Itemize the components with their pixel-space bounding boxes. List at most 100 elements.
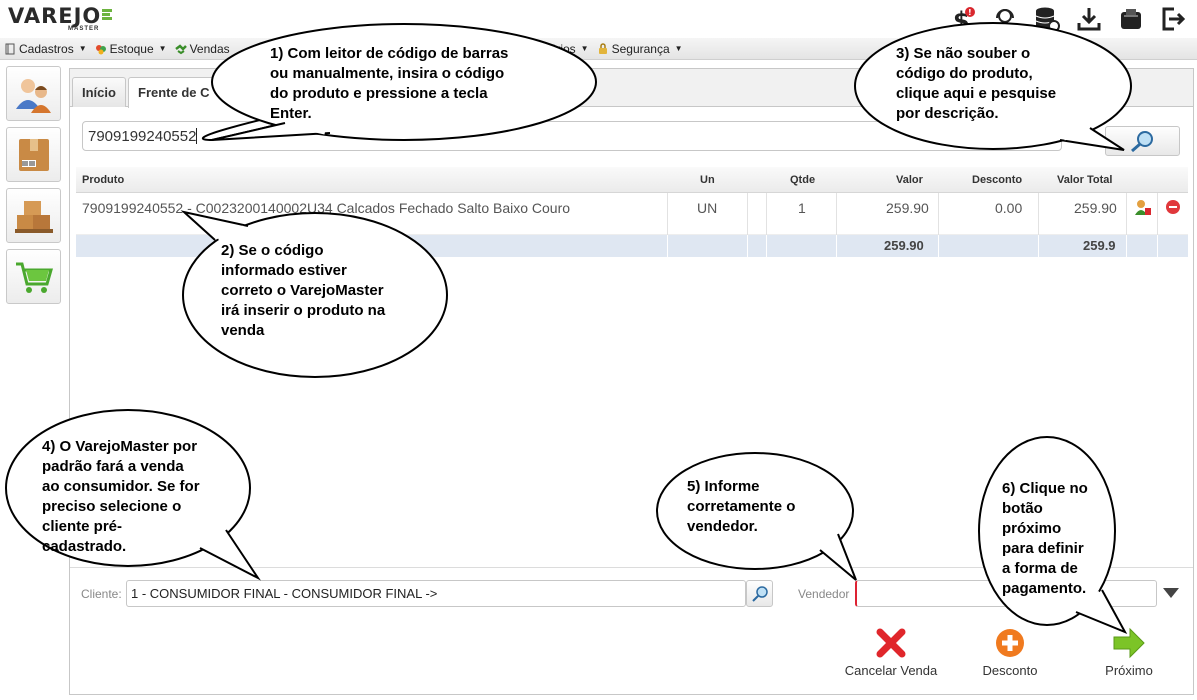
row-divider	[1157, 235, 1158, 257]
logout-icon[interactable]	[1159, 5, 1187, 33]
customers-icon	[15, 78, 51, 113]
remove-item-icon[interactable]	[1165, 199, 1181, 218]
row-divider	[747, 235, 748, 257]
cancel-sale-button[interactable]: Cancelar Venda	[836, 627, 946, 682]
cell-qtde: 1	[798, 200, 806, 216]
row-divider	[766, 193, 767, 235]
menu-seguranca-label: Segurança	[611, 41, 670, 56]
discount-label: Desconto	[982, 663, 1038, 678]
total-valor-total: 259.9	[1083, 238, 1116, 253]
row-divider	[836, 193, 837, 235]
magnifier-icon	[751, 585, 768, 602]
row-divider	[938, 235, 939, 257]
magnifier-icon	[1130, 131, 1153, 153]
tab-frente-de-caixa[interactable]: Frente de C	[128, 77, 248, 108]
col-qtde: Qtde	[790, 174, 816, 186]
product-search-button[interactable]	[1105, 126, 1180, 156]
discount-button[interactable]: Desconto	[955, 627, 1065, 682]
cliente-field[interactable]: 1 - CONSUMIDOR FINAL - CONSUMIDOR FINAL …	[126, 580, 746, 607]
svg-text:!: !	[968, 8, 972, 17]
row-divider	[1038, 235, 1039, 257]
cell-un: UN	[697, 200, 718, 216]
row-divider	[836, 235, 837, 257]
book-icon	[5, 43, 15, 54]
callout-line: 5) Informe	[687, 478, 760, 495]
callout-5-text: 5) Informe corretamente o vendedor.	[687, 477, 837, 537]
col-valor-total: Valor Total	[1057, 174, 1113, 186]
vendedor-dropdown-icon[interactable]	[1163, 588, 1179, 598]
lock-icon	[598, 42, 607, 54]
cell-desconto: 0.00	[995, 200, 1023, 216]
callout-3-text: 3) Se não souber o código do produto, cl…	[896, 44, 1096, 124]
support-agent-icon[interactable]	[991, 5, 1019, 33]
next-label: Próximo	[1105, 663, 1153, 678]
tab-inicio[interactable]: Início	[72, 77, 126, 107]
product-box-icon	[18, 138, 49, 171]
cell-produto: 7909199240552 - C0023200140002U34 Calcad…	[82, 200, 571, 216]
table-header: Produto Un Qtde Valor Desconto Valor Tot…	[76, 167, 1188, 193]
database-settings-icon[interactable]	[1033, 5, 1061, 33]
menu-vendas-label: Vendas	[189, 41, 230, 56]
callout-6-text: 6) Clique no botão próximo para definir …	[1002, 479, 1112, 599]
menu-cadastros-label: Cadastros	[19, 41, 74, 56]
row-divider	[1157, 193, 1158, 235]
cell-valor: 259.90	[886, 200, 929, 216]
printer-icon[interactable]	[1117, 5, 1145, 33]
shopping-cart-icon	[15, 262, 53, 293]
product-code-value: 7909199240552	[88, 128, 197, 145]
row-divider	[1126, 235, 1127, 257]
left-launcher	[6, 66, 62, 310]
red-x-icon	[876, 628, 906, 658]
cliente-value: 1 - CONSUMIDOR FINAL - CONSUMIDOR FINAL …	[131, 586, 438, 601]
callout-line: vendedor.	[687, 518, 758, 535]
callout-1-text: 1) Com leitor de código de barras ou man…	[270, 44, 550, 124]
menu-cadastros[interactable]: Cadastros ▼	[4, 42, 87, 56]
next-button[interactable]: Próximo	[1074, 627, 1184, 682]
callout-line: cadastrado.	[42, 538, 127, 555]
launcher-sales-cart[interactable]	[6, 249, 61, 304]
menu-estoque[interactable]: Estoque ▼	[95, 42, 167, 56]
launcher-customers[interactable]	[6, 66, 61, 121]
app-header: VAREJO MASTER $!	[0, 0, 1197, 38]
col-un: Un	[700, 174, 715, 186]
col-desconto: Desconto	[972, 174, 1023, 186]
callout-line: próximo	[1002, 520, 1062, 537]
chevron-down-icon: ▼	[158, 44, 167, 53]
header-toolbar: $!	[949, 4, 1187, 34]
row-divider	[667, 193, 668, 235]
varejomaster-logo: VAREJO MASTER	[8, 4, 113, 34]
callout-line: correto o VarejoMaster	[221, 282, 384, 299]
row-divider	[938, 193, 939, 235]
vendedor-label: Vendedor	[798, 587, 850, 601]
row-divider	[747, 193, 748, 235]
callout-line: botão	[1002, 500, 1043, 517]
menu-seguranca[interactable]: Segurança ▼	[597, 42, 683, 56]
callout-line: venda	[221, 322, 265, 339]
callout-line: ou manualmente, insira o código	[270, 65, 505, 82]
cell-valor-total: 259.90	[1074, 200, 1117, 216]
callout-line: 1) Com leitor de código de barras	[270, 45, 509, 62]
callout-line: irá inserir o produto na	[221, 302, 386, 319]
row-divider	[766, 235, 767, 257]
text-cursor	[196, 128, 198, 144]
callout-line: pagamento.	[1002, 580, 1087, 597]
total-valor: 259.90	[884, 238, 924, 253]
logo-bars-icon	[102, 9, 113, 21]
col-valor: Valor	[896, 174, 923, 186]
edit-seller-icon[interactable]	[1134, 199, 1152, 220]
callout-line: Enter.	[270, 105, 312, 122]
callout-line: corretamente o	[687, 498, 796, 515]
callout-line: 6) Clique no	[1002, 480, 1088, 497]
launcher-products[interactable]	[6, 127, 61, 182]
cliente-search-button[interactable]	[746, 580, 773, 607]
table-row[interactable]: 7909199240552 - C0023200140002U34 Calcad…	[76, 193, 1188, 235]
row-divider	[1038, 193, 1039, 235]
launcher-stock[interactable]	[6, 188, 61, 243]
dollar-alert-icon[interactable]: $!	[949, 5, 977, 33]
callout-line: 3) Se não souber o	[896, 45, 1031, 62]
callout-line: ao consumidor. Se for	[42, 478, 200, 495]
download-icon[interactable]	[1075, 5, 1103, 33]
callout-line: código do produto,	[896, 65, 1033, 82]
menu-vendas[interactable]: Vendas	[174, 41, 230, 56]
product-code-input[interactable]: 7909199240552	[82, 121, 1062, 151]
